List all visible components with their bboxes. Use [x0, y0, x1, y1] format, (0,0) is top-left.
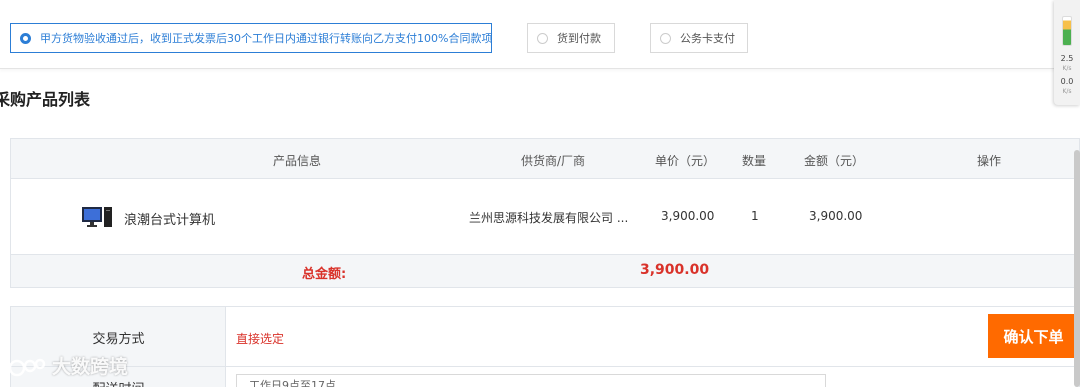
- vertical-scrollbar[interactable]: [1074, 150, 1080, 387]
- payment-option-bank-transfer[interactable]: 甲方货物验收通过后，收到正式发票后30个工作日内通过银行转账向乙方支付100%合…: [10, 23, 492, 53]
- network-speed-widget[interactable]: 2.5 K/s 0.0 K/s: [1054, 0, 1080, 105]
- watermark: 大数跨境: [8, 352, 128, 379]
- radio-icon[interactable]: [537, 32, 548, 44]
- radio-selected-icon[interactable]: [20, 32, 31, 44]
- trade-section: 交易方式 直接选定 配送时间 工作日9点至17点: [10, 306, 1080, 387]
- payment-option-official-card[interactable]: 公务卡支付: [650, 23, 748, 53]
- download-unit: K/s: [1062, 88, 1072, 95]
- delivery-time-label: 配送时间: [11, 378, 226, 387]
- watermark-text: 大数跨境: [52, 356, 129, 378]
- battery-level-icon: [1062, 16, 1072, 46]
- payment-option-label: 货到付款: [557, 32, 601, 45]
- download-speed: 0.0: [1060, 77, 1074, 86]
- upload-unit: K/s: [1062, 65, 1072, 72]
- payment-options-bar: 甲方货物验收通过后，收到正式发票后30个工作日内通过银行转账向乙方支付100%合…: [0, 0, 1080, 69]
- section-title: 采购产品列表: [0, 90, 91, 109]
- header-amount: 金额（元）: [804, 154, 865, 168]
- confirm-order-button[interactable]: 确认下单: [988, 314, 1079, 358]
- total-value: 3,900.00: [640, 262, 710, 278]
- product-name[interactable]: 浪潮台式计算机: [124, 209, 215, 228]
- watermark-logo-icon: [8, 358, 46, 376]
- payment-option-cash-on-delivery[interactable]: 货到付款: [527, 23, 615, 53]
- quantity: 1: [751, 209, 759, 223]
- table-header: 产品信息 供货商/厂商 单价（元） 数量 金额（元） 操作: [11, 139, 1079, 179]
- table-total-row: 总金额: 3,900.00: [11, 255, 1079, 287]
- table-row: 浪潮台式计算机 兰州思源科技发展有限公司 ... 3,900.00 1 3,90…: [11, 179, 1079, 255]
- header-action: 操作: [977, 154, 1002, 168]
- product-table: 产品信息 供货商/厂商 单价（元） 数量 金额（元） 操作 浪潮台式计算机 兰州…: [10, 138, 1080, 288]
- divider: [11, 366, 1080, 367]
- delivery-time-input[interactable]: 工作日9点至17点: [236, 374, 826, 387]
- trade-method-label: 交易方式: [92, 332, 145, 347]
- unit-price: 3,900.00: [661, 209, 715, 223]
- line-amount: 3,900.00: [809, 209, 863, 223]
- header-product: 产品信息: [273, 154, 322, 168]
- trade-method-value: 直接选定: [236, 332, 285, 346]
- desktop-computer-icon[interactable]: [82, 207, 112, 227]
- radio-icon[interactable]: [660, 32, 671, 44]
- payment-option-label: 甲方货物验收通过后，收到正式发票后30个工作日内通过银行转账向乙方支付100%合…: [40, 32, 493, 45]
- upload-speed: 2.5: [1060, 54, 1074, 63]
- payment-option-label: 公务卡支付: [680, 32, 735, 45]
- header-qty: 数量: [742, 154, 767, 168]
- total-label: 总金额:: [302, 267, 347, 282]
- supplier-name: 兰州思源科技发展有限公司 ...: [469, 211, 629, 225]
- header-supplier: 供货商/厂商: [521, 154, 586, 168]
- header-price: 单价（元）: [655, 154, 716, 168]
